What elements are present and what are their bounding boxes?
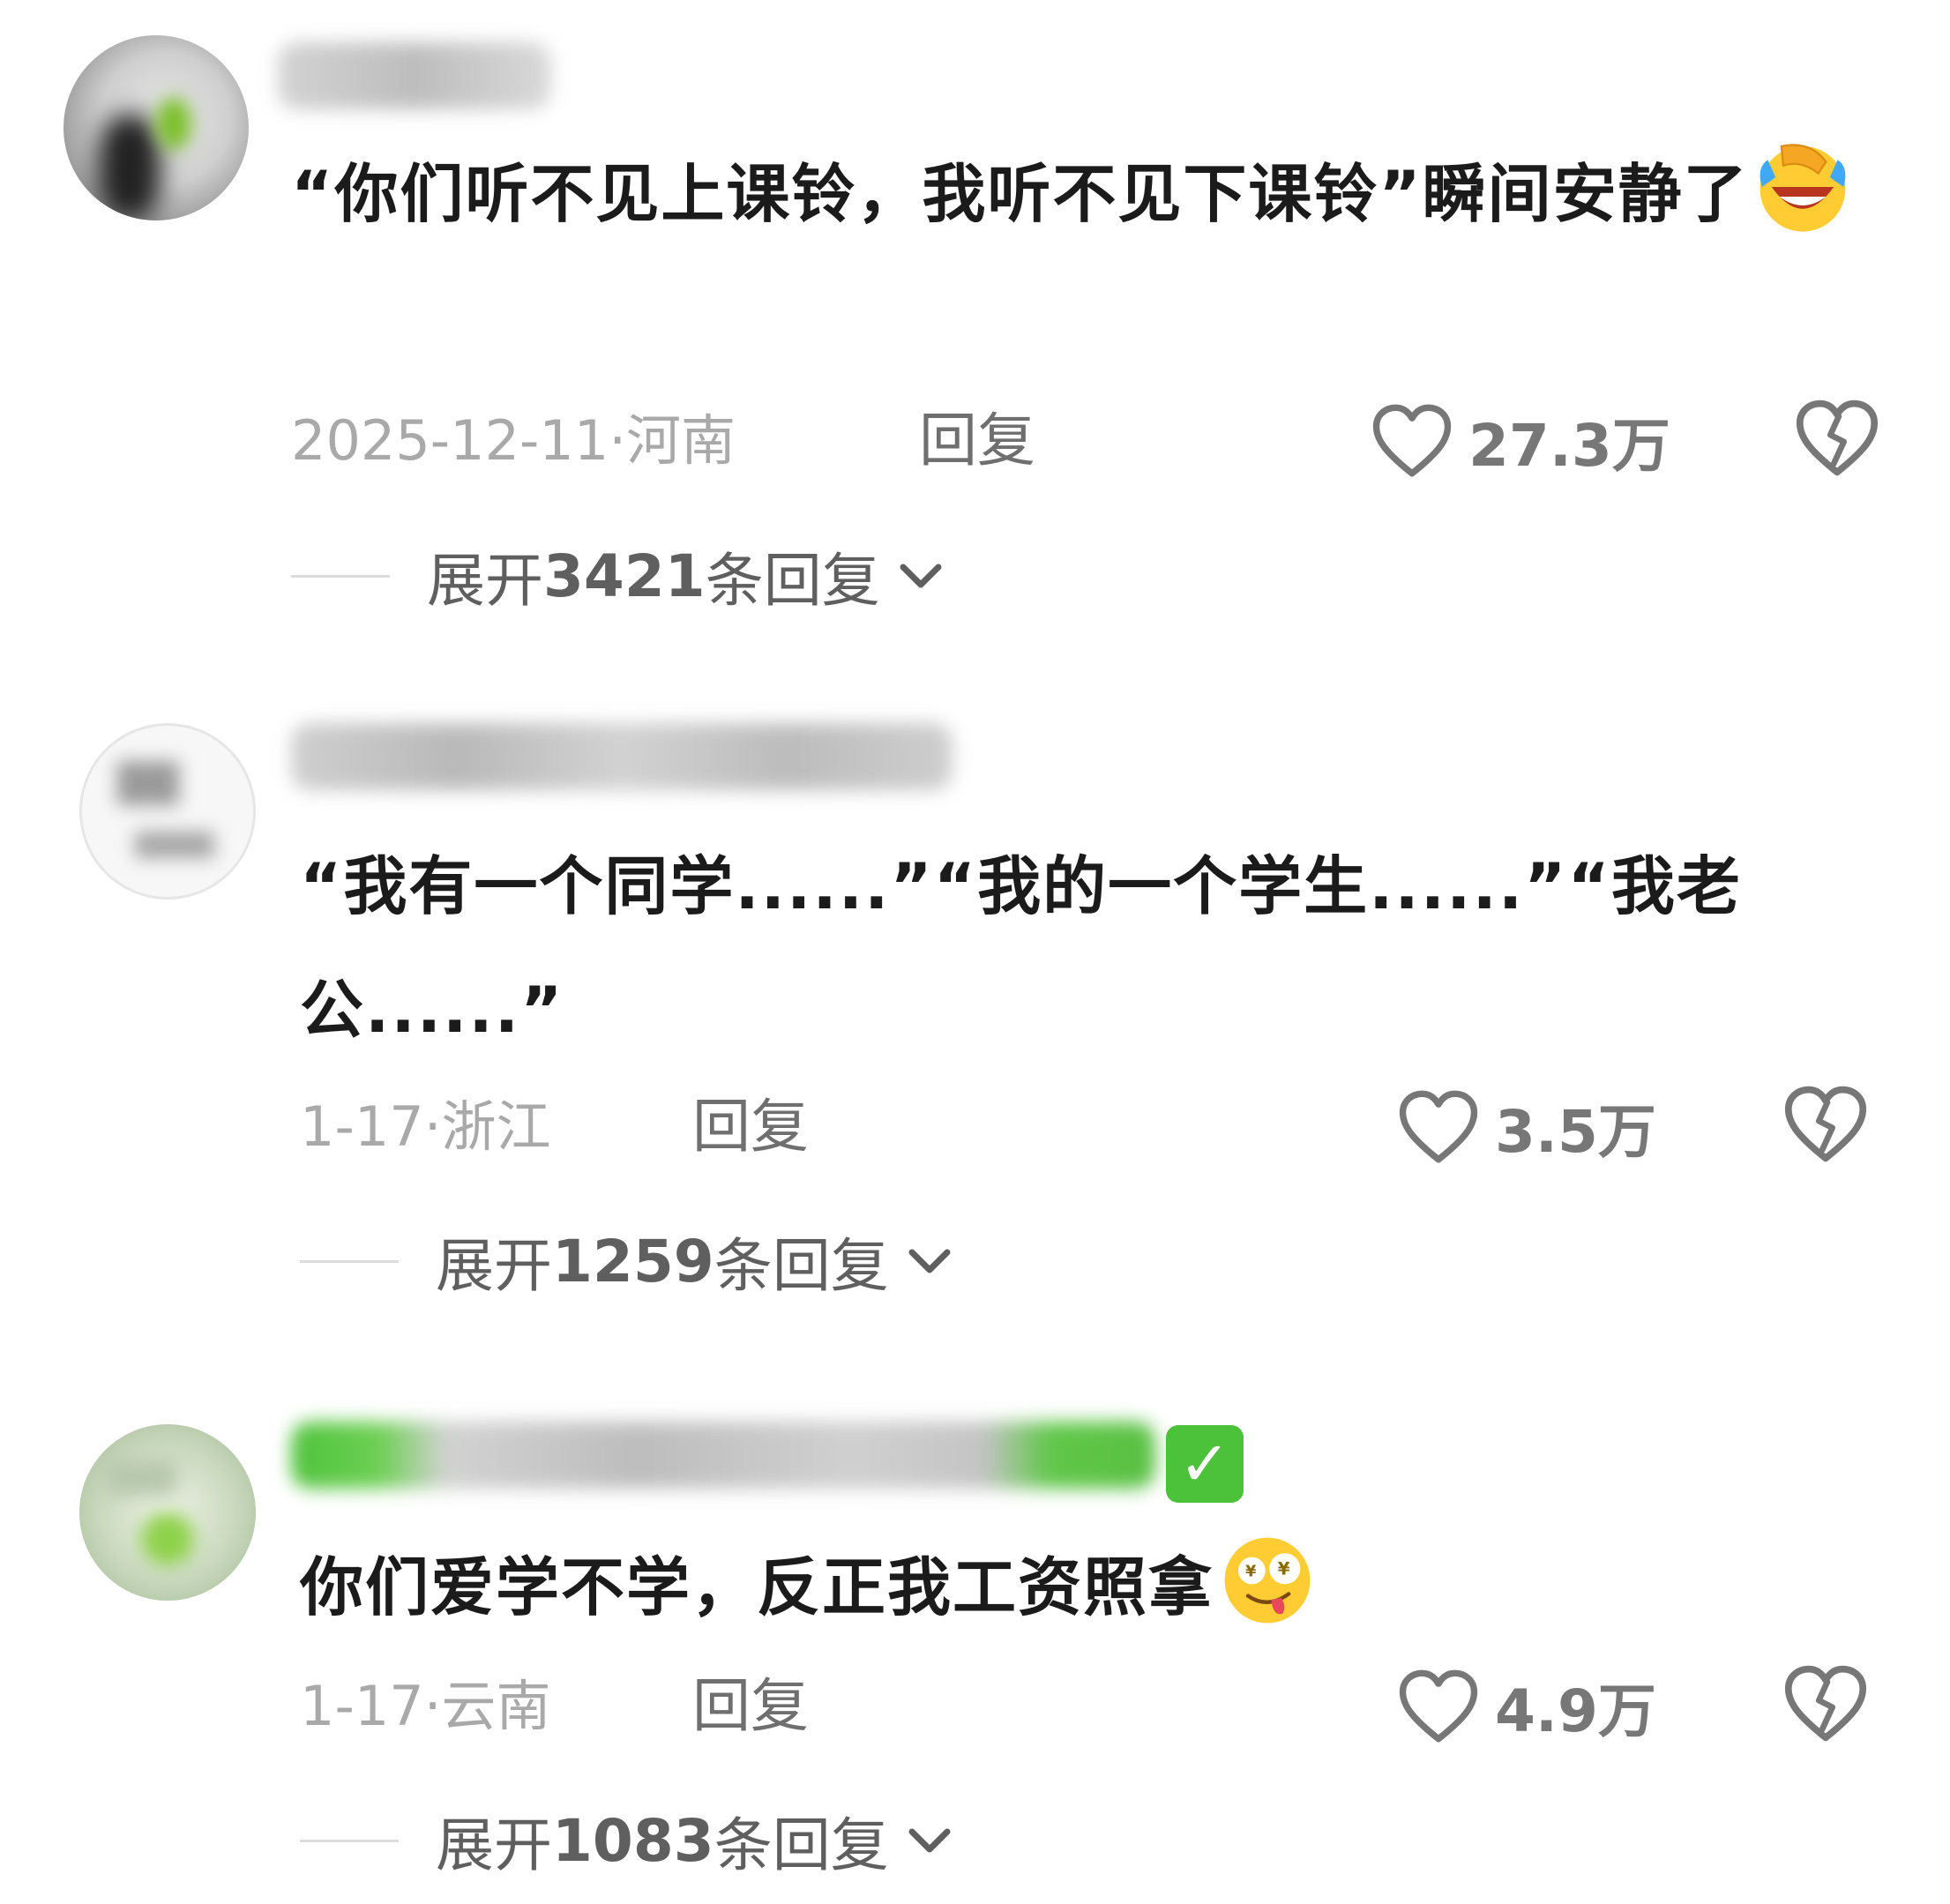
broken-heart-icon [1784,1665,1867,1742]
comment-date: 2025-12-11 [291,408,609,473]
svg-text:¥: ¥ [1245,1564,1258,1581]
comment-content: “我有一个同学......”“我的一个学生......”“我老公......” [300,825,1940,1071]
heart-outline-icon [1372,404,1452,477]
comment-date: 1-17 [300,1674,424,1738]
expand-replies[interactable]: 展开 3421 条回复 [291,536,947,616]
comment-text: “我有一个同学......”“我的一个学生......”“我老公......” [300,849,1742,1047]
facepalm-laughing-emoji [1759,144,1846,232]
comment-content: 你们爱学不学，反正我工资照拿 ¥ ¥ [300,1526,1940,1649]
verified-badge-icon: ✓ [1166,1425,1244,1503]
chevron-down-icon [908,1828,951,1853]
broken-heart-icon [1784,1086,1867,1162]
meta-separator: · [609,408,627,473]
like-button[interactable]: 3.5万 [1398,1083,1656,1171]
reply-button[interactable]: 回复 [692,1667,809,1746]
expand-label: 展开 [436,1811,552,1879]
like-count: 27.3万 [1468,412,1670,480]
expand-replies[interactable]: 展开 1259 条回复 [300,1221,956,1301]
like-button[interactable]: 4.9万 [1398,1662,1656,1751]
divider [300,1259,399,1263]
expand-count: 1083 [552,1806,714,1875]
avatar[interactable] [79,1424,256,1601]
dislike-button[interactable] [1795,399,1879,478]
reply-button[interactable]: 回复 [692,1087,809,1167]
like-count: 3.5万 [1495,1098,1656,1166]
comment-region: 云南 [441,1674,551,1738]
comment-date: 1-17 [300,1094,424,1159]
dislike-button[interactable] [1783,1085,1868,1164]
expand-count: 3421 [543,541,706,610]
expand-replies[interactable]: 展开 1083 条回复 [300,1801,956,1880]
meta-separator: · [423,1674,442,1738]
heart-outline-icon [1399,1090,1478,1163]
heart-outline-icon [1399,1669,1478,1743]
avatar[interactable] [64,35,249,220]
divider [291,574,390,578]
dislike-button[interactable] [1783,1664,1868,1743]
chevron-down-icon [900,564,942,588]
reply-button[interactable]: 回复 [919,401,1035,481]
comment-meta: 2025-12-11·河南 [291,401,736,481]
expand-label: 展开 [436,1232,552,1300]
expand-count: 1259 [552,1227,714,1295]
expand-label: 展开 [427,547,543,615]
like-count: 4.9万 [1495,1677,1656,1745]
svg-text:¥: ¥ [1278,1558,1292,1579]
comment-region: 河南 [626,408,736,473]
comment-content: “你们听不见上课铃，我听不见下课铃”瞬间安静了 [291,132,1931,256]
comment-meta: 1-17·浙江 [300,1087,550,1167]
username-redacted [291,723,953,790]
comment-text: “你们听不见上课铃，我听不见下课铃”瞬间安静了 [291,157,1749,231]
comment-meta: 1-17·云南 [300,1667,550,1746]
meta-separator: · [423,1094,442,1159]
expand-suffix: 条回复 [705,547,880,615]
comment-region: 浙江 [441,1094,551,1159]
expand-suffix: 条回复 [714,1811,889,1879]
like-button[interactable]: 27.3万 [1371,397,1670,485]
broken-heart-icon [1796,399,1879,476]
avatar[interactable] [79,723,256,900]
money-eyes-tongue-emoji: ¥ ¥ [1224,1537,1311,1624]
chevron-down-icon [908,1249,951,1273]
divider [300,1839,399,1842]
username-redacted [291,1422,1155,1489]
comment-text: 你们爱学不学，反正我工资照拿 [300,1550,1214,1624]
expand-suffix: 条回复 [714,1232,889,1300]
username-redacted [278,42,551,109]
